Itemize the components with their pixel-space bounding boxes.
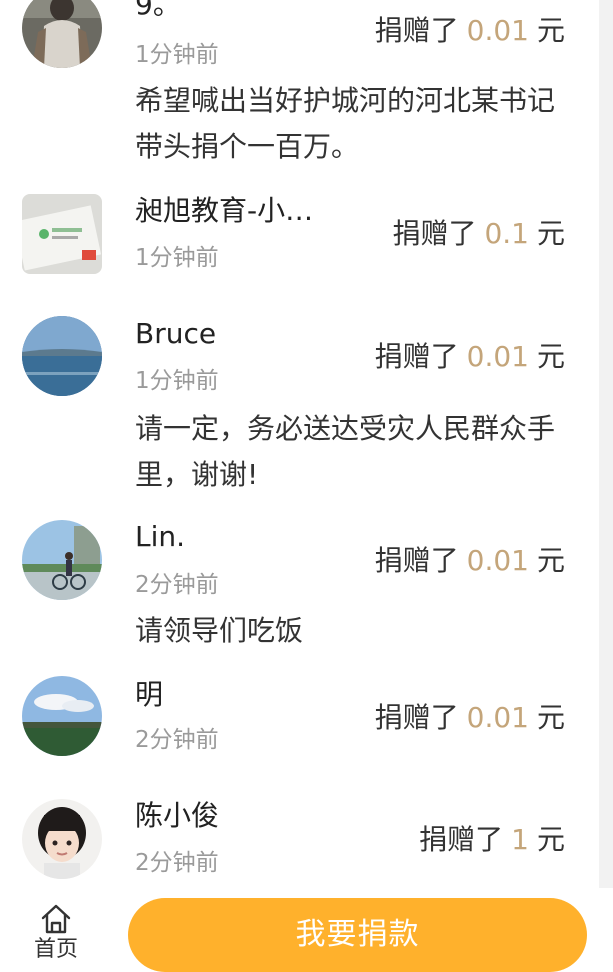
donation-item: 昶旭教育-小… 1分钟前 捐赠了 0.1 元 bbox=[0, 180, 599, 300]
donation-unit: 元 bbox=[536, 823, 565, 856]
donor-message: 请领导们吃饭 bbox=[135, 614, 304, 647]
donation-item: 9。 1分钟前 捐赠了 0.01 元 希望喊出当好护城河的河北某书记带头捐个一百万。 bbox=[0, 0, 599, 180]
donation-action: 捐赠了 bbox=[374, 701, 459, 734]
donation-action: 捐赠了 bbox=[419, 823, 504, 856]
donation-time: 1分钟前 bbox=[135, 368, 219, 394]
donation-item: Lin. 2分钟前 捐赠了 0.01 元 请领导们吃饭 bbox=[0, 505, 599, 665]
donation-unit: 元 bbox=[536, 217, 565, 250]
right-edge-divider bbox=[599, 0, 613, 890]
man-back-photo-avatar[interactable] bbox=[22, 0, 102, 68]
donation-item: Bruce 1分钟前 捐赠了 0.01 元 请一定，务必送达受灾人民群众手里，谢谢! bbox=[0, 300, 599, 500]
donor-message: 希望喊出当好护城河的河北某书记带头捐个一百万。 bbox=[135, 84, 556, 163]
donation-unit: 元 bbox=[536, 340, 565, 373]
donation-time: 2分钟前 bbox=[135, 727, 219, 753]
donation-action: 捐赠了 bbox=[374, 544, 459, 577]
home-tab-label: 首页 bbox=[33, 937, 78, 962]
donation-action: 捐赠了 bbox=[374, 340, 459, 373]
home-icon bbox=[41, 904, 71, 934]
donor-name: Lin. bbox=[135, 520, 186, 553]
donation-amount: 0.01 bbox=[466, 544, 529, 577]
donor-name: 昶旭教育-小… bbox=[135, 194, 314, 227]
donation-time: 1分钟前 bbox=[135, 245, 219, 271]
donation-amount: 0.01 bbox=[466, 14, 529, 47]
home-tab[interactable]: 首页 bbox=[24, 902, 88, 962]
donation-amount-text: 捐赠了 1 元 bbox=[419, 823, 565, 857]
donation-amount: 1 bbox=[511, 823, 529, 856]
donation-amount: 0.01 bbox=[466, 701, 529, 734]
donation-action: 捐赠了 bbox=[392, 217, 477, 250]
donation-unit: 元 bbox=[536, 14, 565, 47]
donation-amount-text: 捐赠了 0.01 元 bbox=[375, 701, 565, 735]
donation-time: 1分钟前 bbox=[135, 42, 219, 68]
bottom-bar: 首页 我要捐款 bbox=[0, 888, 613, 972]
child-photo-avatar[interactable] bbox=[22, 799, 102, 879]
donation-amount-text: 捐赠了 0.01 元 bbox=[375, 340, 565, 374]
donation-item: 明 2分钟前 捐赠了 0.01 元 bbox=[0, 665, 599, 785]
donor-name: Bruce bbox=[135, 317, 217, 350]
landscape-photo-avatar[interactable] bbox=[22, 676, 102, 756]
donation-time: 2分钟前 bbox=[135, 850, 219, 876]
donation-amount-text: 捐赠了 0.01 元 bbox=[375, 544, 565, 578]
bicycle-photo-avatar[interactable] bbox=[22, 520, 102, 600]
donor-name: 陈小俊 bbox=[135, 799, 220, 832]
donation-action: 捐赠了 bbox=[374, 14, 459, 47]
donation-time: 2分钟前 bbox=[135, 572, 219, 598]
donor-message: 请一定，务必送达受灾人民群众手里，谢谢! bbox=[135, 412, 556, 491]
sea-photo-avatar[interactable] bbox=[22, 316, 102, 396]
donation-amount-text: 捐赠了 0.01 元 bbox=[375, 14, 565, 48]
brand-logo-avatar[interactable] bbox=[22, 194, 102, 274]
donation-amount: 0.01 bbox=[466, 340, 529, 373]
donation-amount-text: 捐赠了 0.1 元 bbox=[392, 217, 565, 251]
donate-button[interactable]: 我要捐款 bbox=[128, 898, 587, 972]
donor-name: 9。 bbox=[135, 0, 181, 21]
donation-amount: 0.1 bbox=[484, 217, 529, 250]
donation-unit: 元 bbox=[536, 544, 565, 577]
donation-unit: 元 bbox=[536, 701, 565, 734]
donor-name: 明 bbox=[135, 678, 164, 711]
donation-item: 陈小俊 2分钟前 捐赠了 1 元 bbox=[0, 785, 599, 895]
